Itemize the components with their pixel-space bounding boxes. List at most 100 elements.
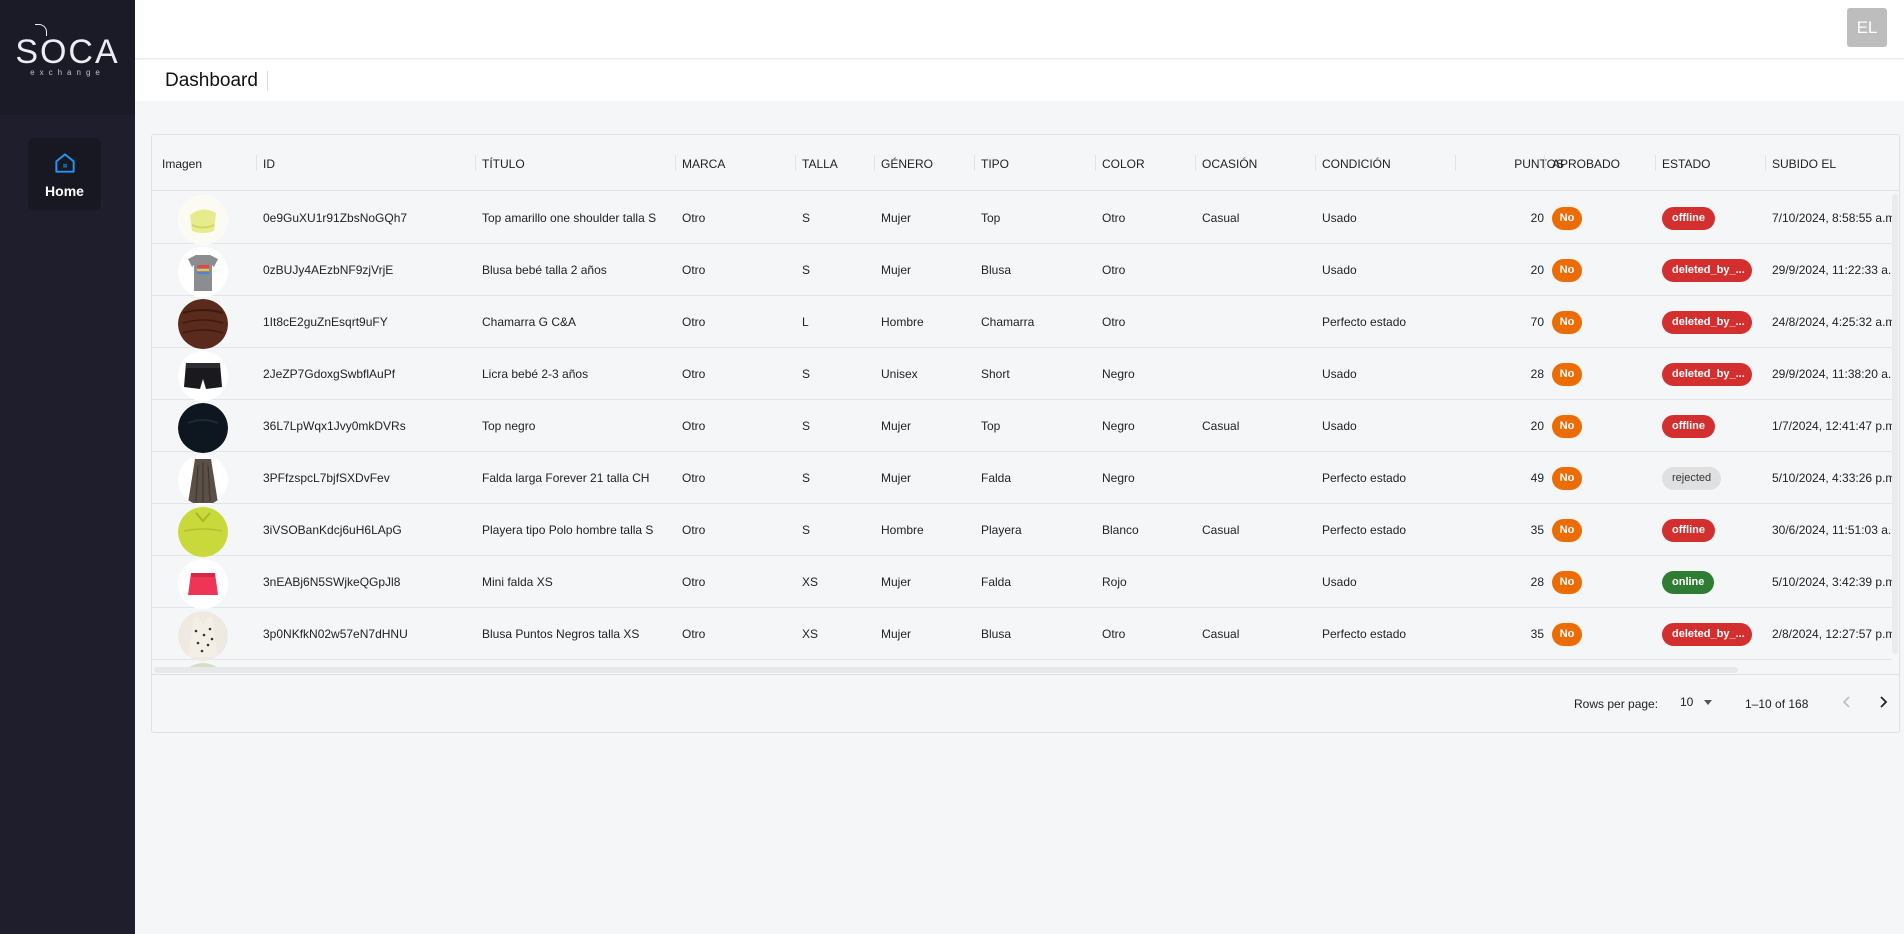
cell-titulo: Mini falda XS <box>482 575 553 589</box>
column-header-imagen[interactable]: Imagen <box>162 156 202 172</box>
table-row[interactable]: 36L7LpWqx1Jvy0mkDVRs Top negro Otro S Mujer T… <box>152 400 1897 453</box>
cell-condicion: Usado <box>1322 211 1357 225</box>
table-row[interactable]: 3PFfzspcL7bjfSXDvFev Falda larga Forever … <box>152 452 1897 505</box>
cell-condicion: Usado <box>1322 575 1357 589</box>
sidebar-item-label: Home <box>45 182 84 199</box>
dropdown-caret-icon <box>1704 700 1712 705</box>
column-header-estado[interactable]: ESTADO <box>1662 156 1710 172</box>
table-row[interactable]: 3nEABj6N5SWjkeQGpJl8 Mini falda XS Otro XS M… <box>152 556 1897 609</box>
cell-ocasion: Casual <box>1202 419 1240 433</box>
cell-ocasion <box>1202 452 1312 504</box>
table-row[interactable]: 0zBUJy4AEzbNF9zjVrjE Blusa bebé talla 2 a… <box>152 244 1897 297</box>
cell-marca: Otro <box>682 575 706 589</box>
approved-badge: No <box>1552 207 1582 230</box>
product-thumbnail <box>178 403 228 453</box>
column-header-genero[interactable]: GÉNERO <box>881 156 933 172</box>
cell-puntos: 28 <box>1530 575 1544 589</box>
cell-subido: 7/10/2024, 8:58:55 a.m. <box>1772 211 1897 225</box>
avatar[interactable]: EL <box>1847 8 1887 47</box>
column-header-marca[interactable]: MARCA <box>682 156 725 172</box>
cell-genero: Mujer <box>881 419 912 433</box>
cell-genero: Mujer <box>881 627 912 641</box>
cell-color: Otro <box>1102 627 1126 641</box>
vertical-scrollbar[interactable] <box>1891 192 1899 667</box>
cell-titulo: Playera tipo Polo hombre talla S <box>482 523 654 537</box>
horizontal-scrollbar[interactable] <box>152 667 1899 673</box>
cell-genero: Hombre <box>881 315 924 329</box>
cell-puntos: 20 <box>1530 419 1544 433</box>
sidebar-item-home[interactable]: Home <box>28 138 101 210</box>
rows-per-page-select[interactable]: 10 <box>1676 691 1716 713</box>
column-header-condicion[interactable]: CONDICIÓN <box>1322 156 1391 172</box>
cell-marca: Otro <box>682 263 706 277</box>
cell-talla: L <box>802 315 809 329</box>
cell-color: Negro <box>1102 367 1135 381</box>
cell-id: 0zBUJy4AEzbNF9zjVrjE <box>263 263 394 277</box>
cell-subido: 5/10/2024, 3:42:39 p.m. <box>1772 575 1897 589</box>
status-badge: deleted_by_... <box>1662 623 1752 646</box>
table-row[interactable]: 2JeZP7GdoxgSwbflAuPf Licra bebé 2-3 años O… <box>152 348 1897 401</box>
status-badge: deleted_by_... <box>1662 259 1752 282</box>
cell-id: 3p0NKfkN02w57eN7dHNU <box>263 627 408 641</box>
table-row[interactable]: 3p0NKfkN02w57eN7dHNU Blusa Puntos Negros … <box>152 608 1897 661</box>
cell-genero: Mujer <box>881 263 912 277</box>
pagination-range: 1–10 of 168 <box>1745 697 1809 711</box>
cell-color: Negro <box>1102 471 1135 485</box>
cell-talla: S <box>802 471 811 485</box>
column-header-titulo[interactable]: TÍTULO <box>482 156 525 172</box>
next-page-button[interactable] <box>1870 689 1896 715</box>
cell-color: Rojo <box>1102 575 1127 589</box>
cell-talla: XS <box>802 627 819 641</box>
cell-tipo: Falda <box>981 471 1012 485</box>
top-bar: EL <box>135 0 1904 59</box>
cell-condicion: Perfecto estado <box>1322 627 1407 641</box>
column-header-id[interactable]: ID <box>263 156 275 172</box>
cell-condicion: Usado <box>1322 419 1357 433</box>
status-badge: deleted_by_... <box>1662 311 1752 334</box>
approved-badge: No <box>1552 571 1582 594</box>
product-thumbnail <box>178 559 228 609</box>
status-badge: offline <box>1662 415 1715 438</box>
cell-subido: 24/8/2024, 4:25:32 a.m. <box>1772 315 1897 329</box>
cell-ocasion <box>1202 296 1312 348</box>
cell-titulo: Licra bebé 2-3 años <box>482 367 589 381</box>
column-header-subido[interactable]: SUBIDO EL <box>1772 156 1836 172</box>
product-thumbnail <box>178 351 228 401</box>
table-header: Imagen ID TÍTULO MARCA TALLA GÉNERO TIPO… <box>152 135 1899 191</box>
cell-genero: Mujer <box>881 211 912 225</box>
column-header-talla[interactable]: TALLA <box>802 156 838 172</box>
cell-marca: Otro <box>682 211 706 225</box>
column-header-ocasion[interactable]: OCASIÓN <box>1202 156 1257 172</box>
cell-subido: 29/9/2024, 11:22:33 a.m. <box>1772 263 1897 277</box>
cell-color: Negro <box>1102 419 1135 433</box>
products-table: Imagen ID TÍTULO MARCA TALLA GÉNERO TIPO… <box>151 134 1900 733</box>
cell-titulo: Falda larga Forever 21 talla CH <box>482 471 650 485</box>
previous-page-button[interactable] <box>1834 689 1860 715</box>
home-icon <box>54 152 75 173</box>
status-badge: offline <box>1662 519 1715 542</box>
cell-talla: S <box>802 523 811 537</box>
table-row[interactable]: 1It8cE2guZnEsqrt9uFY Chamarra G C&A Otro L H… <box>152 296 1897 349</box>
approved-badge: No <box>1552 467 1582 490</box>
logo-text: SOCA <box>15 32 120 71</box>
column-header-aprobado[interactable]: APROBADO <box>1552 156 1620 172</box>
cell-subido: 1/7/2024, 12:41:47 p.m. <box>1772 419 1897 433</box>
table-row[interactable]: 0e9GuXU1r91ZbsNoGQh7 Top amarillo one sho… <box>152 192 1897 245</box>
cell-id: 2JeZP7GdoxgSwbflAuPf <box>263 367 396 381</box>
cell-marca: Otro <box>682 627 706 641</box>
cell-color: Otro <box>1102 211 1126 225</box>
cell-marca: Otro <box>682 315 706 329</box>
cell-condicion: Perfecto estado <box>1322 315 1407 329</box>
approved-badge: No <box>1552 363 1582 386</box>
brand-logo[interactable]: SOCA exchange <box>0 0 135 115</box>
cell-tipo: Short <box>981 367 1010 381</box>
table-row[interactable]: 3iVSOBanKdcj6uH6LApG Playera tipo Polo ho… <box>152 504 1897 557</box>
column-header-color[interactable]: COLOR <box>1102 156 1145 172</box>
cell-ocasion <box>1202 348 1312 400</box>
column-header-tipo[interactable]: TIPO <box>981 156 1009 172</box>
status-badge: online <box>1662 571 1715 594</box>
table-body: 0e9GuXU1r91ZbsNoGQh7 Top amarillo one sho… <box>152 192 1899 668</box>
cell-titulo: Blusa bebé talla 2 años <box>482 263 607 277</box>
cell-ocasion <box>1202 556 1312 608</box>
cell-tipo: Top <box>981 419 1001 433</box>
